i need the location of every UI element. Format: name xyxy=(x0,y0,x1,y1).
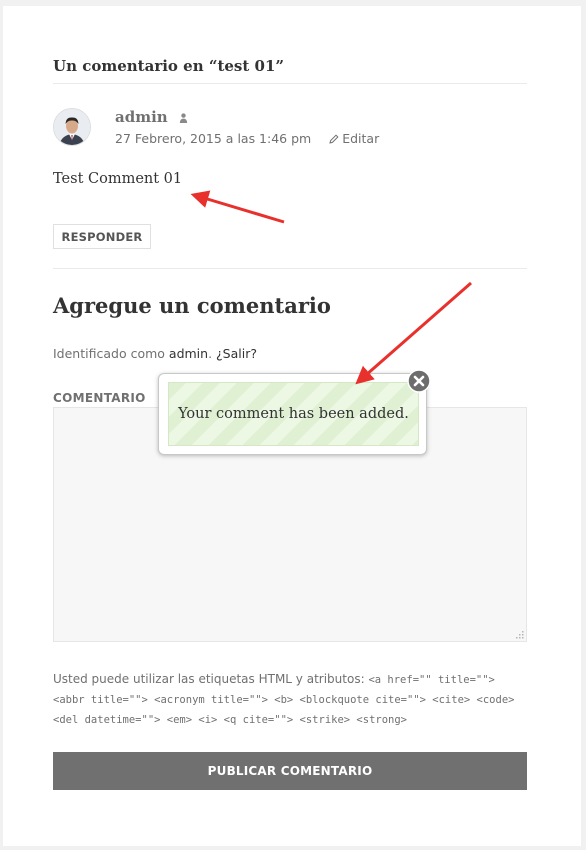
comment-text: Test Comment 01 xyxy=(53,171,183,187)
logout-link[interactable]: ¿Salir? xyxy=(216,346,257,361)
allowed-tags-prefix: Usted puede utilizar las etiquetas HTML … xyxy=(53,672,365,686)
user-icon xyxy=(179,109,188,127)
comment-form-title: Agregue un comentario xyxy=(53,293,331,318)
reply-button[interactable]: RESPONDER xyxy=(53,224,151,249)
notice-message: Your comment has been added. xyxy=(168,382,419,446)
comment-author-name[interactable]: admin xyxy=(115,108,168,126)
submit-comment-button[interactable]: PUBLICAR COMENTARIO xyxy=(53,752,527,790)
comment-date[interactable]: 27 Febrero, 2015 a las 1:46 pm xyxy=(115,131,311,146)
comment-author[interactable]: admin xyxy=(115,108,188,127)
edit-link[interactable]: Editar xyxy=(329,131,379,146)
close-icon[interactable] xyxy=(407,369,431,393)
allowed-tags-note: Usted puede utilizar las etiquetas HTML … xyxy=(53,670,527,730)
comments-title: Un comentario en “test 01” xyxy=(53,57,527,84)
logged-in-sep: . xyxy=(208,346,213,361)
resize-grip-icon[interactable] xyxy=(515,630,524,639)
comment-added-notice: Your comment has been added. xyxy=(158,373,427,455)
profile-link[interactable]: admin xyxy=(169,346,208,361)
pencil-icon xyxy=(329,134,339,144)
comment-field-label: COMENTARIO xyxy=(53,391,146,405)
logged-in-prefix: Identificado como xyxy=(53,346,165,361)
avatar[interactable] xyxy=(53,108,91,146)
logged-in-as: Identificado como admin. ¿Salir? xyxy=(53,346,257,361)
edit-label: Editar xyxy=(342,131,380,146)
comment-meta: 27 Febrero, 2015 a las 1:46 pm Editar xyxy=(115,131,379,146)
divider xyxy=(53,268,527,269)
